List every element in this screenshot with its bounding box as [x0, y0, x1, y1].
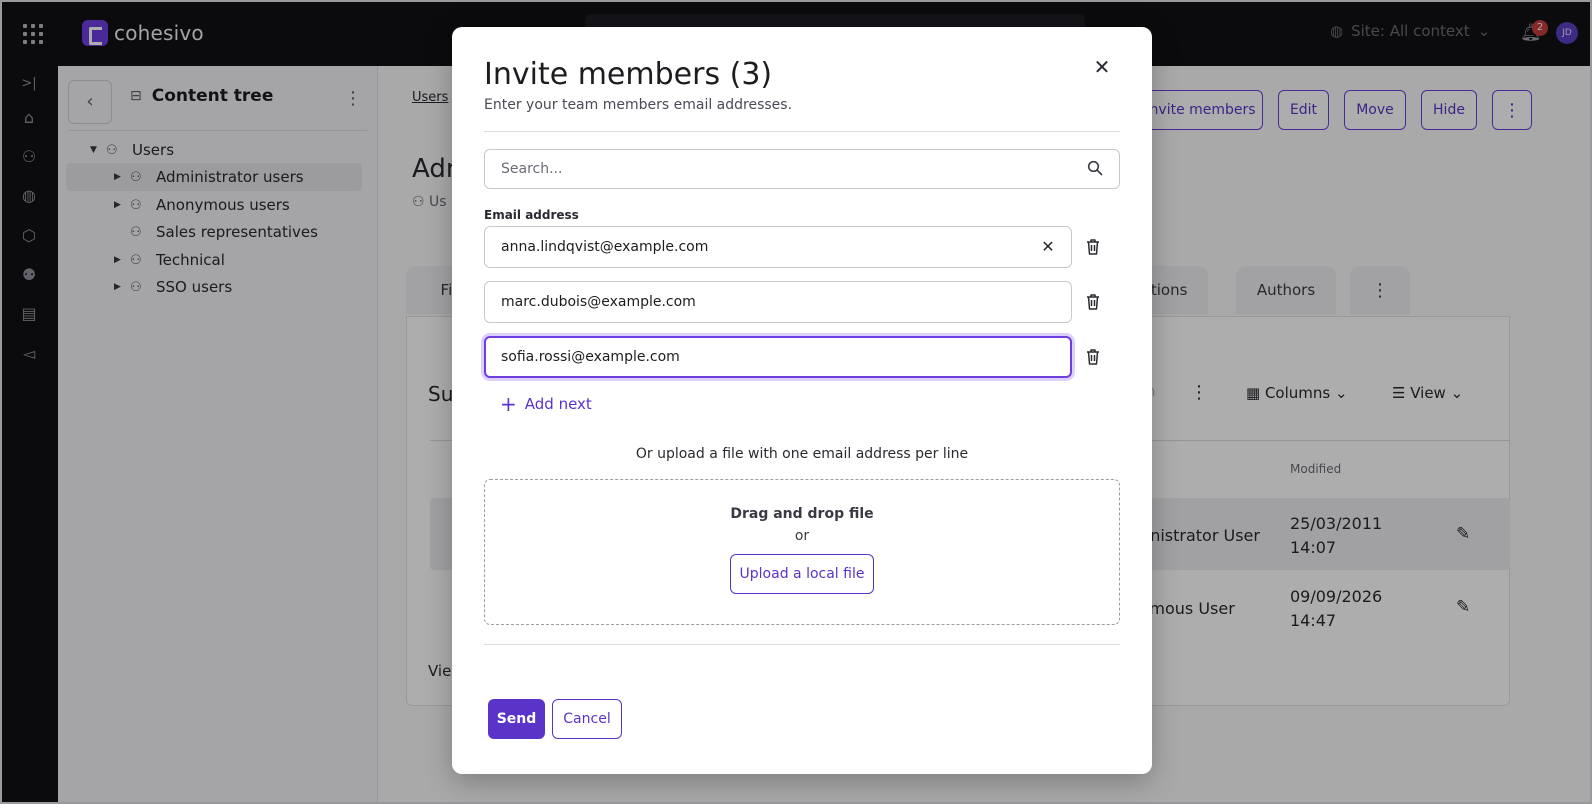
divider [484, 644, 1120, 645]
trash-icon[interactable] [1082, 291, 1104, 313]
member-search-field[interactable] [484, 149, 1120, 189]
member-search-input[interactable] [501, 159, 1061, 179]
email-field-2[interactable] [484, 281, 1072, 323]
dropzone-title: Drag and drop file [730, 506, 874, 522]
file-dropzone[interactable]: Drag and drop file or Upload a local fil… [484, 479, 1120, 625]
close-icon[interactable]: ✕ [1090, 55, 1114, 79]
clear-icon[interactable]: ✕ [1039, 238, 1057, 256]
add-next-button[interactable]: + Add next [500, 392, 592, 416]
divider [484, 131, 1120, 132]
email-input[interactable] [501, 237, 1021, 257]
email-input[interactable] [501, 292, 1021, 312]
trash-icon[interactable] [1082, 346, 1104, 368]
upload-local-file-button[interactable]: Upload a local file [730, 554, 874, 594]
trash-icon[interactable] [1082, 236, 1104, 258]
upload-hint: Or upload a file with one email address … [635, 446, 969, 462]
dialog-subtitle: Enter your team members email addresses. [484, 97, 793, 113]
email-input[interactable] [501, 347, 1021, 367]
cancel-button[interactable]: Cancel [552, 699, 622, 739]
dropzone-or: or [794, 528, 810, 544]
dialog-title: Invite members (3) [484, 57, 773, 92]
search-icon [1087, 160, 1103, 176]
email-address-label: Email address [484, 208, 579, 222]
email-field-3[interactable] [484, 336, 1072, 378]
email-field-1[interactable]: ✕ [484, 226, 1072, 268]
invite-members-dialog: Invite members (3) Enter your team membe… [452, 27, 1152, 774]
add-next-label: Add next [524, 395, 592, 413]
plus-icon: + [500, 392, 517, 416]
send-button[interactable]: Send [488, 699, 545, 739]
